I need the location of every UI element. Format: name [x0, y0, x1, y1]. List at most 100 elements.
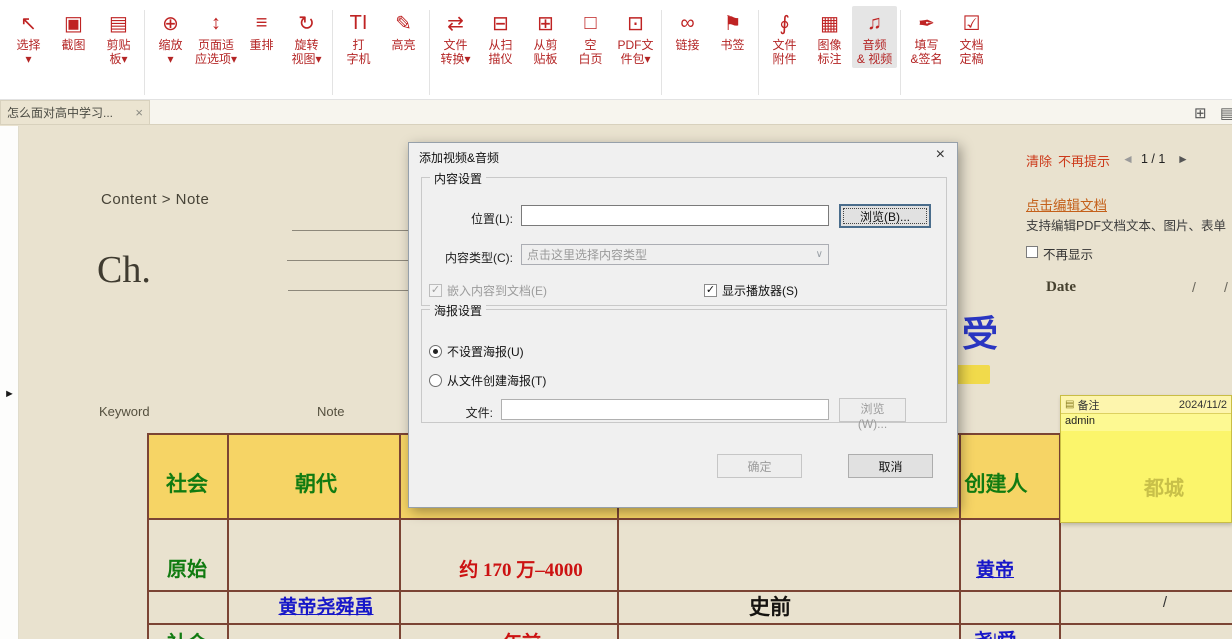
add-video-audio-dialog: 添加视频&音频 × 内容设置 位置(L): 浏览(B)... 内容类型(C): …: [408, 142, 958, 508]
content-type-dropdown[interactable]: 点击这里选择内容类型 ∨: [521, 244, 829, 265]
toolbar-item-file-attachment[interactable]: ∮文件 附件: [762, 6, 807, 68]
table-cell-link[interactable]: 黄帝尧舜禹: [278, 592, 373, 619]
toolbar-item-clipboard[interactable]: ▤剪贴 板▾: [96, 6, 141, 68]
toolbar-label-typewriter: 打 字机: [347, 38, 371, 66]
doc-keyword-label: Keyword: [99, 404, 150, 419]
next-page-icon[interactable]: ►: [1177, 152, 1189, 166]
table-cell: 原始: [167, 553, 207, 582]
toolbar-item-audio-video[interactable]: ♫音频 & 视频: [852, 6, 897, 68]
doc-big-blue-char: 受: [962, 305, 998, 357]
rotate-view-icon: ↻: [298, 8, 315, 38]
ok-button[interactable]: 确定: [717, 454, 802, 478]
dialog-title[interactable]: 添加视频&音频: [419, 149, 499, 166]
doc-note-label: Note: [317, 404, 344, 419]
toolbar-label-audio-video: 音频 & 视频: [857, 38, 892, 66]
left-panel-expand-icon[interactable]: ►: [4, 388, 15, 400]
show-player-checkbox-row: ✓ 显示播放器(S): [704, 282, 798, 299]
embed-content-checkbox[interactable]: ✓: [429, 284, 442, 297]
sticky-note-date: 2024/11/2: [1179, 399, 1227, 411]
doc-date-slash: /: [1192, 279, 1196, 295]
table-cell: 史前: [749, 591, 791, 621]
no-reminder-button[interactable]: 不再提示: [1058, 151, 1110, 170]
tab-document[interactable]: 怎么面对高中学习... ×: [0, 100, 150, 124]
zoom-icon: ⊕: [162, 8, 179, 38]
dont-show-checkbox[interactable]: [1026, 246, 1038, 258]
toolbar-item-from-clipboard[interactable]: ⊞从剪 贴板: [523, 6, 568, 68]
toolbar-separator: [144, 10, 145, 95]
toolbar-item-link[interactable]: ∞链接: [665, 6, 710, 54]
app-window: ↖选择 ▾ ▣截图 ▤剪贴 板▾ ⊕缩放 ▾ ↕页面适 应选项▾ ≡重排 ↻旋转…: [0, 0, 1232, 639]
tab-close-icon[interactable]: ×: [135, 105, 143, 120]
no-poster-radio[interactable]: [429, 345, 442, 358]
table-cell-link[interactable]: 黄帝: [976, 555, 1014, 582]
table-line: [959, 433, 961, 639]
toolbar-label-pdf-portfolio: PDF文 件包▾: [618, 38, 654, 66]
toolbar-item-pdf-portfolio[interactable]: ⊡PDF文 件包▾: [613, 6, 658, 68]
table-line: [147, 623, 1232, 625]
toolbar-item-typewriter[interactable]: TI打 字机: [336, 6, 381, 68]
sticky-note-title: 备注: [1077, 397, 1099, 413]
table-cell-link[interactable]: 尧|舜: [974, 626, 1016, 639]
toolbar-item-highlight[interactable]: ✎高亮: [381, 6, 426, 54]
table-line: [399, 433, 401, 639]
cancel-button[interactable]: 取消: [848, 454, 933, 478]
typewriter-icon: TI: [350, 8, 368, 38]
sticky-note[interactable]: ▤ 备注 2024/11/2 admin: [1060, 395, 1232, 523]
show-player-label: 显示播放器(S): [722, 282, 798, 299]
toolbar-label-link: 链接: [676, 38, 700, 52]
toolbar-item-from-scanner[interactable]: ⊟从扫 描仪: [478, 6, 523, 68]
location-label: 位置(L):: [453, 210, 513, 227]
toolbar-item-file-convert[interactable]: ⇄文件 转换▾: [433, 6, 478, 68]
toolbar-item-fill-sign[interactable]: ✒填写 &签名: [904, 6, 949, 68]
location-input[interactable]: [521, 205, 829, 226]
link-icon: ∞: [680, 8, 694, 38]
page-fit-icon: ↕: [211, 8, 221, 38]
toolbar-label-blank-page: 空 白页: [579, 38, 603, 66]
embed-content-checkbox-row: ✓ 嵌入内容到文档(E): [429, 282, 547, 299]
toolbar-item-select[interactable]: ↖选择 ▾: [6, 6, 51, 68]
screenshot-icon: ▣: [64, 8, 83, 38]
pdf-portfolio-icon: ⊡: [627, 8, 644, 38]
table-cell: 社会: [167, 627, 207, 639]
browse-poster-button[interactable]: 浏览(W)...: [839, 398, 906, 422]
browse-location-button[interactable]: 浏览(B)...: [839, 204, 931, 228]
doc-date-label: Date: [1046, 279, 1076, 296]
tab-document-label: 怎么面对高中学习...: [7, 104, 131, 121]
thumbnails-view-icon[interactable]: ⊞: [1194, 104, 1207, 122]
note-icon: ▤: [1065, 399, 1074, 410]
doc-date-slash: /: [1224, 279, 1228, 295]
toolbar-item-image-annotation[interactable]: ▦图像 标注: [807, 6, 852, 68]
table-cell: 约 170 万–4000: [459, 555, 583, 582]
poster-file-input[interactable]: [501, 399, 829, 420]
ruled-line: [287, 260, 408, 261]
page-view-icon[interactable]: ▤: [1220, 104, 1232, 122]
toolbar-label-screenshot: 截图: [61, 38, 85, 52]
table-line: [227, 433, 229, 639]
toolbar-item-reflow[interactable]: ≡重排: [239, 6, 284, 54]
image-annotation-icon: ▦: [820, 8, 839, 38]
prev-page-icon[interactable]: ◄: [1122, 152, 1134, 166]
edit-document-description: 支持编辑PDF文档文本、图片、表单: [1026, 215, 1232, 234]
clear-button[interactable]: 清除: [1026, 151, 1052, 170]
toolbar-item-bookmark[interactable]: ⚑书签: [710, 6, 755, 54]
create-poster-radio[interactable]: [429, 374, 442, 387]
sticky-note-header: ▤ 备注 2024/11/2: [1061, 396, 1231, 414]
toolbar-label-from-clipboard: 从剪 贴板: [534, 38, 558, 66]
toolbar-item-blank-page[interactable]: □空 白页: [568, 6, 613, 68]
toolbar-label-select: 选择 ▾: [16, 38, 40, 66]
toolbar-item-rotate-view[interactable]: ↻旋转 视图▾: [284, 6, 329, 68]
create-poster-radio-row: 从文件创建海报(T): [429, 372, 546, 389]
dialog-close-icon[interactable]: ×: [936, 146, 945, 164]
show-player-checkbox[interactable]: ✓: [704, 284, 717, 297]
poster-settings-group-label: 海报设置: [430, 302, 486, 319]
clipboard-icon: ▤: [109, 8, 128, 38]
edit-document-link[interactable]: 点击编辑文档: [1026, 194, 1107, 214]
toolbar-item-zoom[interactable]: ⊕缩放 ▾: [148, 6, 193, 68]
toolbar-item-page-fit-options[interactable]: ↕页面适 应选项▾: [193, 6, 239, 68]
toolbar-label-from-scanner: 从扫 描仪: [489, 38, 513, 66]
toolbar-label-page-fit-options: 页面适 应选项▾: [195, 38, 237, 66]
toolbar-item-document-finalize[interactable]: ☑文档 定稿: [949, 6, 994, 68]
toolbar-item-screenshot[interactable]: ▣截图: [51, 6, 96, 54]
toolbar-label-document-finalize: 文档 定稿: [960, 38, 984, 66]
table-cell: 年前: [503, 628, 541, 639]
